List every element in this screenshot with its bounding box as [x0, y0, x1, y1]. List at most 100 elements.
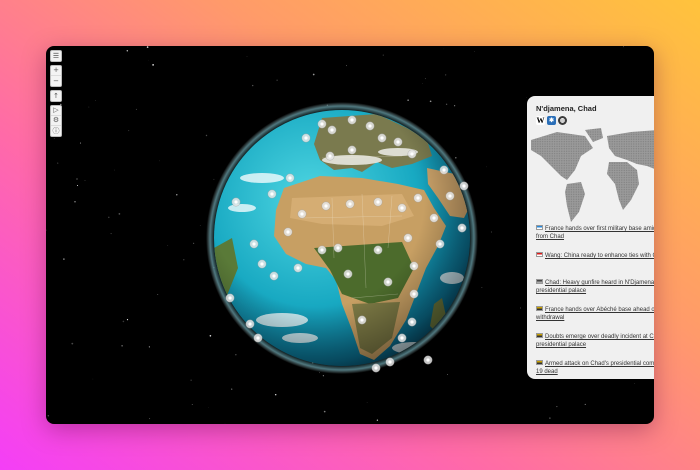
event-marker[interactable]	[343, 269, 353, 279]
event-marker[interactable]	[397, 333, 407, 343]
event-marker[interactable]	[285, 173, 295, 183]
event-marker[interactable]	[445, 191, 455, 201]
event-marker[interactable]	[231, 197, 241, 207]
news-headline-link[interactable]: Wang: China ready to enhance ties with C…	[545, 253, 654, 259]
event-marker[interactable]	[377, 133, 387, 143]
star	[63, 258, 65, 260]
minimap-north-america	[531, 132, 593, 180]
star	[584, 403, 586, 405]
star	[92, 378, 94, 380]
layers-icon[interactable]: ☰	[51, 51, 61, 61]
news-headline-link[interactable]: Armed attack on Chad's presidential comp…	[536, 361, 654, 375]
star	[519, 307, 521, 309]
event-marker[interactable]	[357, 315, 367, 325]
globe[interactable]	[202, 98, 482, 378]
star	[157, 294, 159, 295]
event-marker[interactable]	[397, 203, 407, 213]
zoom-out-icon[interactable]: −	[51, 76, 61, 86]
event-marker[interactable]	[293, 263, 303, 273]
event-marker[interactable]	[457, 223, 467, 233]
event-marker[interactable]	[321, 201, 331, 211]
event-marker[interactable]	[383, 277, 393, 287]
event-marker[interactable]	[409, 289, 419, 299]
news-item[interactable]: Doubts emerge over deadly incident at Ch…	[536, 333, 654, 360]
event-marker[interactable]	[249, 239, 259, 249]
event-marker[interactable]	[385, 357, 395, 367]
event-marker[interactable]	[407, 149, 417, 159]
settings-icon[interactable]: ⚙	[51, 116, 61, 126]
star	[128, 130, 130, 132]
event-marker[interactable]	[429, 213, 439, 223]
globe-source-icon[interactable]: ◍	[558, 116, 567, 125]
news-headline-link[interactable]: France hands over Abéché base ahead of t…	[536, 307, 654, 321]
event-marker[interactable]	[301, 133, 311, 143]
event-marker[interactable]	[435, 239, 445, 249]
event-marker[interactable]	[365, 121, 375, 131]
event-marker[interactable]	[403, 233, 413, 243]
star	[126, 50, 129, 52]
event-marker[interactable]	[297, 209, 307, 219]
event-marker[interactable]	[253, 333, 263, 343]
location-info-panel: N'djamena, Chad × W ✱ ◍	[527, 96, 654, 379]
star	[118, 213, 121, 215]
event-marker[interactable]	[267, 189, 277, 199]
event-marker[interactable]	[423, 355, 433, 365]
star	[76, 184, 79, 187]
event-marker[interactable]	[283, 227, 293, 237]
event-marker[interactable]	[409, 261, 419, 271]
star	[95, 100, 96, 101]
star	[445, 74, 447, 76]
zoom-in-icon[interactable]: +	[51, 66, 61, 76]
news-item[interactable]: France hands over first military base am…	[536, 225, 654, 252]
globe-svg[interactable]	[202, 98, 482, 378]
event-marker[interactable]	[347, 115, 357, 125]
star	[122, 320, 125, 323]
event-marker[interactable]	[345, 199, 355, 209]
event-marker[interactable]	[371, 363, 381, 373]
wikipedia-icon[interactable]: W	[536, 116, 545, 125]
event-marker[interactable]	[317, 245, 327, 255]
star	[79, 142, 82, 144]
event-marker[interactable]	[327, 125, 337, 135]
news-headline-link[interactable]: Doubts emerge over deadly incident at Ch…	[536, 334, 654, 348]
toolbar-group: ↑	[50, 90, 62, 102]
event-marker[interactable]	[257, 259, 267, 269]
map-viewport[interactable]: ☰ + − ↑ ▷ ⚙ ⓘ N'djamena, Chad W ✱ ◍ Fran…	[46, 46, 654, 424]
event-marker[interactable]	[269, 271, 279, 281]
star	[366, 402, 368, 403]
event-marker[interactable]	[373, 197, 383, 207]
news-item[interactable]: Chad: Heavy gunfire heard in N'Djamena n…	[536, 279, 654, 306]
news-item[interactable]: Wang: China ready to enhance ties with C…	[536, 252, 654, 279]
compass-icon[interactable]: ↑	[51, 91, 61, 101]
event-marker[interactable]	[245, 319, 255, 329]
event-marker[interactable]	[459, 181, 469, 191]
news-headline-link[interactable]: Chad: Heavy gunfire heard in N'Djamena n…	[536, 280, 654, 294]
news-item[interactable]: France hands over Abéché base ahead of t…	[536, 306, 654, 333]
play-icon[interactable]: ▷	[51, 106, 61, 116]
event-marker[interactable]	[333, 243, 343, 253]
event-marker[interactable]	[373, 245, 383, 255]
event-marker[interactable]	[225, 293, 235, 303]
event-marker[interactable]	[317, 119, 327, 129]
event-marker[interactable]	[393, 137, 403, 147]
event-marker[interactable]	[413, 193, 423, 203]
star	[490, 231, 492, 233]
star	[152, 64, 154, 66]
star	[193, 242, 195, 244]
source-flag-icon	[536, 225, 543, 230]
news-item[interactable]: Armed attack on Chad's presidential comp…	[536, 360, 654, 379]
star	[623, 46, 625, 48]
event-marker[interactable]	[439, 165, 449, 175]
star	[424, 78, 426, 80]
minimap-greenland	[585, 128, 603, 142]
event-marker[interactable]	[347, 145, 357, 155]
toolbar-group: + −	[50, 65, 62, 87]
event-marker[interactable]	[407, 317, 417, 327]
star	[634, 383, 635, 385]
source-flag-icon	[536, 360, 543, 365]
news-headline-link[interactable]: France hands over first military base am…	[536, 226, 654, 240]
star	[84, 180, 86, 181]
event-marker[interactable]	[325, 151, 335, 161]
news-agency-icon[interactable]: ✱	[547, 116, 556, 125]
info-icon[interactable]: ⓘ	[51, 126, 61, 136]
